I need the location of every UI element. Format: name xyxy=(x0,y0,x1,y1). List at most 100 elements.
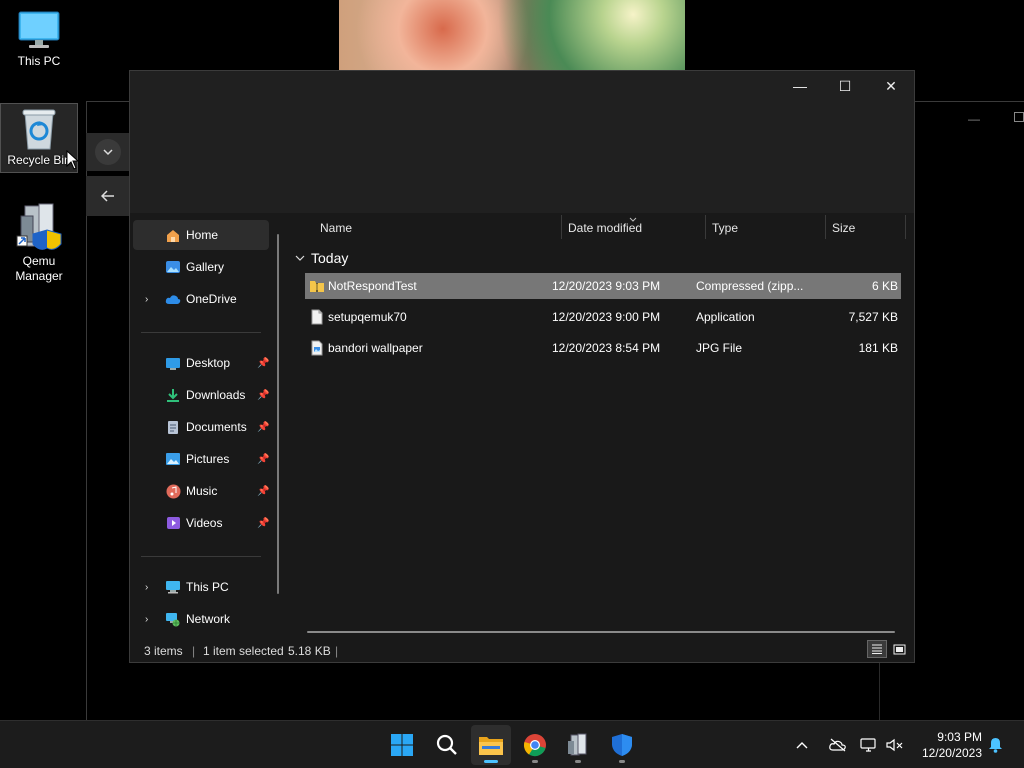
file-type: Application xyxy=(696,310,755,324)
tiles-view-button[interactable] xyxy=(890,640,908,658)
minimize-button[interactable]: — xyxy=(777,71,823,101)
maximize-button[interactable]: ☐ xyxy=(822,71,868,101)
background-minimize-icon[interactable]: — xyxy=(968,112,980,126)
onedrive-tray-button[interactable] xyxy=(829,721,849,768)
nav-scrollbar[interactable] xyxy=(277,234,279,594)
status-item-count: 3 items xyxy=(144,644,183,658)
pin-icon: 📌 xyxy=(257,357,270,369)
column-header-type[interactable]: Type xyxy=(712,213,738,243)
gallery-icon xyxy=(165,259,181,275)
nav-item-this-pc[interactable]: › This PC xyxy=(133,572,269,602)
nav-item-label: Videos xyxy=(186,516,223,530)
navigation-pane: Home Gallery › OneDrive Desktop 📌 Downlo… xyxy=(130,213,288,633)
desktop-icon-this-pc[interactable]: This PC xyxy=(0,8,78,78)
chevron-down-icon xyxy=(295,255,305,261)
horizontal-scrollbar[interactable] xyxy=(307,631,895,633)
close-button[interactable]: ✕ xyxy=(868,71,914,101)
file-size: 181 KB xyxy=(858,341,898,355)
nav-item-label: Network xyxy=(186,612,231,626)
taskbar-file-explorer[interactable] xyxy=(471,725,511,765)
sort-indicator-icon xyxy=(629,211,637,225)
desktop-icon-qemu-manager[interactable]: Qemu Manager xyxy=(0,202,78,288)
file-row[interactable]: setupqemuk70 12/20/2023 9:00 PM Applicat… xyxy=(305,304,901,330)
status-divider: | xyxy=(335,644,339,658)
shield-icon xyxy=(612,734,632,756)
background-maximize-icon[interactable] xyxy=(1014,112,1024,122)
group-header-today[interactable]: Today xyxy=(295,249,495,267)
nav-item-network[interactable]: › Network xyxy=(133,604,269,634)
column-divider[interactable] xyxy=(905,215,906,239)
details-view-button[interactable] xyxy=(867,640,887,658)
nav-item-videos[interactable]: Videos 📌 xyxy=(133,508,269,538)
taskbar-chrome[interactable] xyxy=(515,725,555,765)
nav-item-music[interactable]: Music 📌 xyxy=(133,476,269,506)
chevron-down-icon xyxy=(102,148,113,155)
pictures-icon xyxy=(165,451,181,467)
search-icon xyxy=(436,734,457,755)
file-explorer-window: — ☐ ✕ Home Gallery › OneDrive Desktop 📌 … xyxy=(129,70,915,663)
file-date: 12/20/2023 8:54 PM xyxy=(552,341,661,355)
column-header-size[interactable]: Size xyxy=(832,213,855,243)
nav-item-home[interactable]: Home xyxy=(133,220,269,250)
file-size: 7,527 KB xyxy=(848,310,898,324)
chevron-right-icon[interactable]: › xyxy=(145,582,148,593)
videos-icon xyxy=(165,515,181,531)
running-indicator xyxy=(575,760,581,763)
file-type: Compressed (zipp... xyxy=(696,279,804,293)
image-file-icon xyxy=(311,340,323,356)
desktop-icon-label: Qemu Manager xyxy=(15,254,63,283)
cloud-offline-icon xyxy=(829,738,846,752)
close-icon: ✕ xyxy=(885,77,897,94)
volume-tray-button[interactable] xyxy=(886,721,906,768)
taskbar-qemu-manager[interactable] xyxy=(558,725,598,765)
chevron-up-icon xyxy=(796,742,808,749)
file-name: bandori wallpaper xyxy=(328,341,423,355)
file-icon xyxy=(311,309,323,325)
chevron-right-icon[interactable]: › xyxy=(145,614,148,625)
nav-item-label: Gallery xyxy=(186,260,225,274)
clock[interactable]: 9:03 PM 12/20/2023 xyxy=(922,729,982,761)
nav-item-downloads[interactable]: Downloads 📌 xyxy=(133,380,269,410)
desktop-icon-label: This PC xyxy=(17,54,61,68)
network-tray-button[interactable] xyxy=(860,721,880,768)
column-header-name[interactable]: Name xyxy=(320,213,352,243)
nav-item-desktop[interactable]: Desktop 📌 xyxy=(133,348,269,378)
nav-item-documents[interactable]: Documents 📌 xyxy=(133,412,269,442)
nav-item-gallery[interactable]: Gallery xyxy=(133,252,269,282)
document-icon xyxy=(165,419,181,435)
nav-item-label: OneDrive xyxy=(186,292,237,306)
pin-icon: 📌 xyxy=(257,517,270,529)
taskbar-security[interactable] xyxy=(602,725,642,765)
nav-item-pictures[interactable]: Pictures 📌 xyxy=(133,444,269,474)
qemu-manager-icon xyxy=(16,203,62,250)
file-row[interactable]: bandori wallpaper 12/20/2023 8:54 PM JPG… xyxy=(305,335,901,361)
wallpaper-image xyxy=(339,0,685,72)
group-label: Today xyxy=(311,250,349,266)
file-type: JPG File xyxy=(696,341,743,355)
back-button[interactable] xyxy=(86,176,129,216)
pin-icon: 📌 xyxy=(257,453,270,465)
notifications-button[interactable] xyxy=(988,721,1006,768)
nav-item-onedrive[interactable]: › OneDrive xyxy=(133,284,269,314)
qemu-manager-icon xyxy=(568,733,587,756)
folder-icon xyxy=(479,737,503,755)
column-divider[interactable] xyxy=(825,215,826,239)
tiles-view-icon xyxy=(893,644,905,654)
monitor-icon xyxy=(18,11,60,48)
dropdown-button[interactable] xyxy=(86,133,129,171)
desktop-icon xyxy=(165,355,181,371)
search-button[interactable] xyxy=(427,725,467,765)
file-date: 12/20/2023 9:00 PM xyxy=(552,310,661,324)
file-size: 6 KB xyxy=(871,279,898,293)
file-date: 12/20/2023 9:03 PM xyxy=(552,279,661,293)
network-icon xyxy=(860,737,876,752)
chevron-right-icon[interactable]: › xyxy=(145,294,148,305)
chrome-icon xyxy=(523,734,546,757)
file-name: NotRespondTest xyxy=(328,279,417,293)
nav-divider xyxy=(141,556,261,557)
file-row[interactable]: NotRespondTest 12/20/2023 9:03 PM Compre… xyxy=(305,273,901,299)
column-divider[interactable] xyxy=(561,215,562,239)
column-divider[interactable] xyxy=(705,215,706,239)
start-button[interactable] xyxy=(382,725,422,765)
show-hidden-icons-button[interactable] xyxy=(796,721,816,768)
